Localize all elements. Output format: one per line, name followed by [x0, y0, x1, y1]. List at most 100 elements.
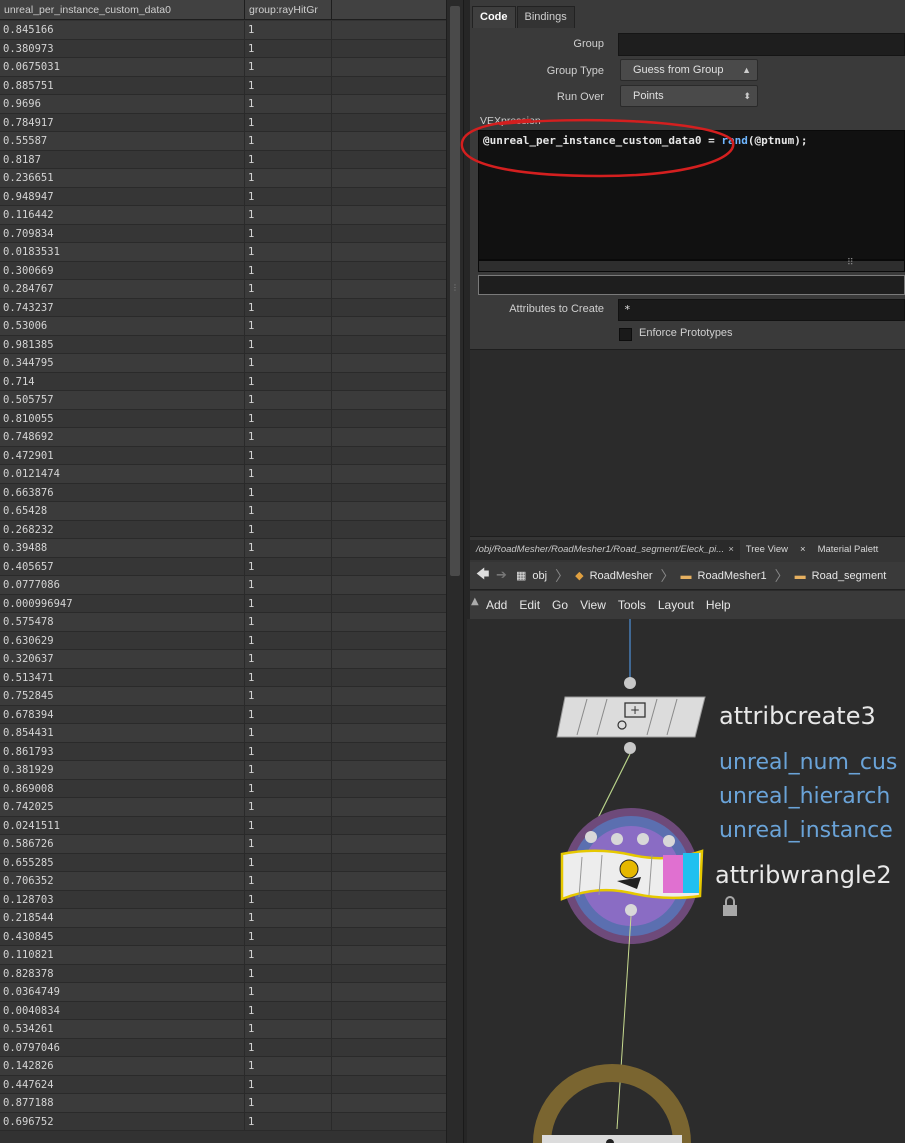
table-row[interactable]: 0.743237 1 [0, 298, 446, 317]
table-row[interactable]: 0.65428 1 [0, 502, 446, 521]
table-row[interactable]: 0.405657 1 [0, 557, 446, 576]
table-row[interactable]: 0.0675031 1 [0, 58, 446, 77]
table-row[interactable]: 0.513471 1 [0, 668, 446, 687]
table-row[interactable]: 0.784917 1 [0, 113, 446, 132]
table-row[interactable]: 0.0241511 1 [0, 816, 446, 835]
tab-bindings[interactable]: Bindings [516, 6, 575, 28]
menu-tools[interactable]: Tools [612, 598, 652, 612]
vexpression-editor[interactable]: @unreal_per_instance_custom_data0 = rand… [478, 130, 905, 260]
tab-tree-view[interactable]: Tree View [740, 540, 794, 560]
table-row[interactable]: 0.714 1 [0, 372, 446, 391]
table-row[interactable]: 0.381929 1 [0, 761, 446, 780]
table-row[interactable]: 0.678394 1 [0, 705, 446, 724]
table-row[interactable]: 0.380973 1 [0, 39, 446, 58]
table-row[interactable]: 0.575478 1 [0, 613, 446, 632]
table-row[interactable]: 0.236651 1 [0, 169, 446, 188]
bottom-node[interactable] [533, 1064, 691, 1143]
table-row[interactable]: 0.828378 1 [0, 964, 446, 983]
table-row[interactable]: 0.0797046 1 [0, 1038, 446, 1057]
vex-resize-bar[interactable]: ⠿ [478, 258, 905, 272]
table-row[interactable]: 0.142826 1 [0, 1057, 446, 1076]
spreadsheet-scrollbar[interactable] [446, 0, 463, 1143]
table-row[interactable]: 0.663876 1 [0, 483, 446, 502]
table-row[interactable]: 0.0121474 1 [0, 465, 446, 484]
table-row[interactable]: 0.39488 1 [0, 539, 446, 558]
table-row[interactable]: 0.53006 1 [0, 317, 446, 336]
group-type-select[interactable]: Guess from Group ▲ [620, 59, 758, 81]
table-row[interactable]: 0.742025 1 [0, 798, 446, 817]
group-field[interactable] [618, 33, 905, 56]
menu-help[interactable]: Help [700, 598, 737, 612]
column-header-custom-data[interactable]: unreal_per_instance_custom_data0 [0, 0, 245, 20]
breadcrumb-road-segment[interactable]: ▬ Road_segment [789, 566, 895, 586]
network-canvas[interactable]: + attribcreate3 unreal_num_cus unreal_hi… [467, 619, 905, 1143]
table-row[interactable]: 0.0183531 1 [0, 243, 446, 262]
table-row[interactable]: 0.534261 1 [0, 1020, 446, 1039]
table-row[interactable]: 0.869008 1 [0, 779, 446, 798]
table-row[interactable]: 0.845166 1 [0, 21, 446, 40]
table-row[interactable]: 0.854431 1 [0, 724, 446, 743]
breadcrumb-roadmesher1[interactable]: ▬ RoadMesher1 [675, 566, 775, 586]
table-row[interactable]: 0.885751 1 [0, 76, 446, 95]
table-row[interactable]: 0.0777086 1 [0, 576, 446, 595]
table-row[interactable]: 0.630629 1 [0, 631, 446, 650]
table-row[interactable]: 0.586726 1 [0, 835, 446, 854]
table-row[interactable]: 0.472901 1 [0, 446, 446, 465]
table-row[interactable]: 0.0040834 1 [0, 1001, 446, 1020]
table-row[interactable]: 0.877188 1 [0, 1094, 446, 1113]
menu-view[interactable]: View [574, 598, 612, 612]
column-header-group[interactable]: group:rayHitGr [245, 0, 332, 20]
run-over-select[interactable]: Points ⬍ [620, 85, 758, 107]
attribwrangle-node[interactable] [560, 808, 704, 944]
close-icon[interactable]: × [800, 544, 806, 555]
table-row[interactable]: 0.55587 1 [0, 132, 446, 151]
table-row[interactable]: 0.284767 1 [0, 280, 446, 299]
input-connector[interactable] [624, 677, 636, 689]
menu-layout[interactable]: Layout [652, 598, 700, 612]
table-row[interactable]: 0.748692 1 [0, 428, 446, 447]
tab-network-path[interactable]: /obj/RoadMesher/RoadMesher1/Road_segment… [470, 539, 740, 560]
table-row[interactable]: 0.218544 1 [0, 909, 446, 928]
table-row[interactable]: 0.655285 1 [0, 853, 446, 872]
table-row[interactable]: 0.320637 1 [0, 650, 446, 669]
menu-add[interactable]: Add [480, 598, 513, 612]
table-row[interactable]: 0.8187 1 [0, 150, 446, 169]
output-connector[interactable] [624, 742, 636, 754]
table-row[interactable]: 0.810055 1 [0, 409, 446, 428]
attribcreate-node[interactable]: + [556, 696, 706, 738]
table-row[interactable]: 0.110821 1 [0, 946, 446, 965]
table-row[interactable]: 0.000996947 1 [0, 594, 446, 613]
menu-go[interactable]: Go [546, 598, 574, 612]
menu-edit[interactable]: Edit [513, 598, 546, 612]
table-row[interactable]: 0.9696 1 [0, 95, 446, 114]
table-row[interactable]: 0.0364749 1 [0, 983, 446, 1002]
table-row[interactable]: 0.116442 1 [0, 206, 446, 225]
table-row[interactable]: 0.344795 1 [0, 354, 446, 373]
lock-icon[interactable] [723, 896, 737, 916]
table-row[interactable]: 0.861793 1 [0, 742, 446, 761]
vex-secondary-field[interactable] [478, 275, 905, 295]
enforce-prototypes-checkbox[interactable] [619, 328, 632, 341]
column-header-empty[interactable] [332, 0, 446, 20]
breadcrumb-obj[interactable]: ▦ obj [510, 566, 555, 586]
table-row[interactable]: 0.447624 1 [0, 1075, 446, 1094]
close-icon[interactable]: × [728, 544, 734, 555]
table-row[interactable]: 0.505757 1 [0, 391, 446, 410]
table-row[interactable]: 0.128703 1 [0, 890, 446, 909]
tab-material-palette[interactable]: Material Palett [812, 540, 885, 560]
tab-code[interactable]: Code [472, 6, 516, 28]
forward-arrow-icon[interactable]: ➔ [496, 568, 510, 583]
attributes-to-create-field[interactable]: * [618, 299, 905, 321]
table-row[interactable]: 0.706352 1 [0, 872, 446, 891]
tab-tree-view-close[interactable]: × [794, 540, 812, 560]
back-arrow-icon[interactable]: 🡄 [476, 565, 490, 587]
table-row[interactable]: 0.752845 1 [0, 687, 446, 706]
table-row[interactable]: 0.430845 1 [0, 927, 446, 946]
table-row[interactable]: 0.268232 1 [0, 520, 446, 539]
table-row[interactable]: 0.948947 1 [0, 187, 446, 206]
table-row[interactable]: 0.300669 1 [0, 261, 446, 280]
table-row[interactable]: 0.981385 1 [0, 335, 446, 354]
table-row[interactable]: 0.696752 1 [0, 1112, 446, 1131]
breadcrumb-roadmesher[interactable]: ◆ RoadMesher [569, 566, 660, 586]
table-row[interactable]: 0.709834 1 [0, 224, 446, 243]
